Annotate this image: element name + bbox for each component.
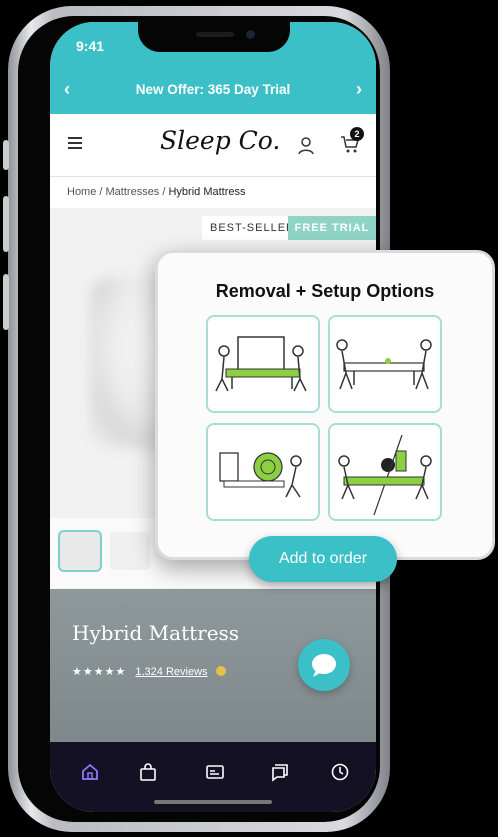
option-removal[interactable]	[206, 315, 320, 413]
product-title: Hybrid Mattress	[72, 621, 240, 645]
hamburger-menu-icon[interactable]	[68, 137, 82, 149]
home-icon[interactable]	[80, 762, 100, 782]
site-header: Sleep Co. 2	[50, 114, 376, 177]
star-rating: ★★★★★	[72, 666, 127, 678]
popup-title: Removal + Setup Options	[215, 281, 435, 301]
clock-icon[interactable]	[330, 762, 350, 782]
bottom-navigation	[50, 742, 376, 812]
breadcrumb-current: Hybrid Mattress	[168, 186, 246, 198]
breadcrumb-mattresses[interactable]: Mattresses	[106, 186, 160, 198]
option-swap[interactable]	[328, 423, 442, 521]
user-icon[interactable]	[298, 137, 314, 155]
product-info: Hybrid Mattress ★★★★★ 1,324 Reviews	[50, 589, 376, 749]
thumbnail-2[interactable]	[110, 532, 150, 570]
removal-illustration	[215, 336, 307, 392]
rating-row: ★★★★★ 1,324 Reviews	[72, 665, 226, 678]
breadcrumb: Home / Mattresses / Hybrid Mattress	[67, 186, 246, 198]
brand-logo[interactable]: Sleep Co.	[160, 126, 280, 155]
option-recycling[interactable]	[206, 423, 320, 521]
offer-banner: ‹ New Offer: 365 Day Trial ›	[50, 66, 376, 114]
swap-illustration	[338, 434, 432, 516]
offer-text[interactable]: New Offer: 365 Day Trial	[50, 82, 376, 97]
speaker	[196, 32, 234, 37]
status-time: 9:41	[76, 38, 105, 54]
home-indicator	[154, 800, 272, 804]
silent-switch	[3, 140, 9, 170]
recycling-illustration	[219, 452, 302, 498]
breadcrumb-home[interactable]: Home	[67, 186, 96, 198]
cart-count-badge: 2	[350, 127, 364, 141]
chat-button[interactable]	[298, 639, 350, 691]
volume-up-button	[3, 196, 9, 252]
messages-icon[interactable]	[270, 762, 290, 782]
front-camera	[246, 30, 255, 39]
reviews-link[interactable]: 1,324 Reviews	[135, 666, 207, 678]
chat-icon	[312, 654, 336, 677]
option-unboxing[interactable]	[328, 315, 442, 413]
free-trial-badge: FREE TRIAL	[288, 216, 376, 240]
card-icon[interactable]	[205, 762, 225, 782]
thumbnail-1[interactable]	[58, 530, 102, 572]
unboxing-illustration	[336, 339, 432, 390]
chevron-right-icon[interactable]: ›	[356, 79, 362, 100]
add-to-order-button[interactable]: Add to order	[249, 536, 397, 582]
removal-setup-card: Removal + Setup Options	[155, 250, 495, 560]
bag-icon[interactable]	[138, 762, 158, 782]
verified-icon	[215, 666, 226, 676]
notch	[138, 22, 290, 52]
volume-down-button	[3, 274, 9, 330]
